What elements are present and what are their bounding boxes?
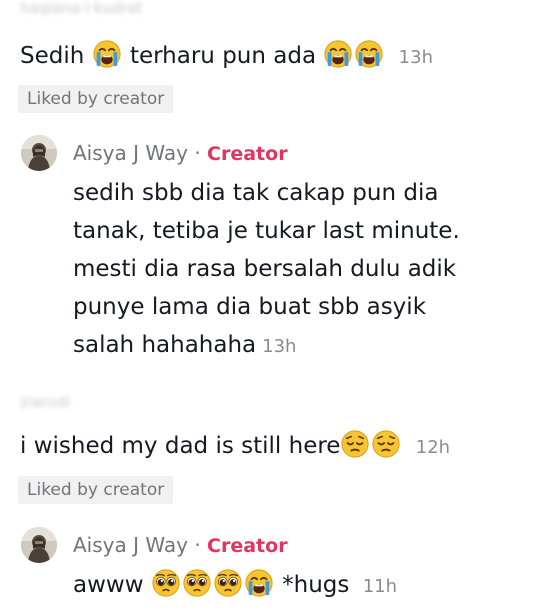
comment-username[interactable]: ziarudi [20, 393, 71, 411]
reply-text-line: salah hahahaha 13h [73, 326, 460, 366]
reply-text-part: awww [73, 572, 144, 598]
comment-text: Sedih terharu pun ada 13h [20, 38, 433, 76]
loudly-crying-face-icon [92, 39, 122, 69]
avatar[interactable] [21, 135, 57, 171]
pleading-face-icon [213, 568, 243, 598]
liked-by-creator-badge: Liked by creator [18, 476, 174, 504]
comment-text-part: Sedih [20, 43, 85, 69]
loudly-crying-face-icon [323, 39, 353, 69]
loudly-crying-face-icon [244, 568, 274, 598]
pleading-face-icon [151, 568, 181, 598]
reply-text: sedih sbb dia tak cakap pun dia tanak, t… [73, 174, 460, 366]
pleading-face-icon [182, 568, 212, 598]
pensive-face-icon [340, 429, 370, 459]
comment-username[interactable]: haqiana·i·kudrat [20, 0, 142, 17]
reply-text-line: mesti dia rasa bersalah dulu adik [73, 256, 457, 282]
comment-text-part: terharu pun ada [129, 43, 317, 69]
reply-header: Aisya J Way · Creator [73, 533, 288, 557]
avatar-image [21, 527, 57, 563]
reply-text-line: sedih sbb dia tak cakap pun dia [73, 180, 439, 206]
avatar-image [21, 135, 57, 171]
separator-dot: · [194, 533, 201, 557]
comment-text: i wished my dad is still here 12h [20, 428, 450, 466]
loudly-crying-face-icon [354, 39, 384, 69]
reply-text-line: punye lama dia buat sbb asyik [73, 294, 427, 320]
comment-text-part: i wished my dad is still here [20, 433, 341, 459]
creator-badge: Creator [207, 535, 288, 557]
reply-username[interactable]: Aisya J Way [73, 141, 188, 165]
pensive-face-icon [371, 429, 401, 459]
reply-username[interactable]: Aisya J Way [73, 533, 188, 557]
reply-text: awww *hugs 11h [73, 566, 397, 606]
comment-time: 12h [415, 437, 451, 458]
avatar[interactable] [21, 527, 57, 563]
liked-by-creator-badge: Liked by creator [18, 85, 174, 113]
creator-badge: Creator [207, 143, 288, 165]
reply-header: Aisya J Way · Creator [73, 141, 288, 165]
reply-text-part: *hugs [282, 572, 350, 598]
reply-text-line-part: salah hahahaha [73, 332, 257, 358]
reply-text-line: tanak, tetiba je tukar last minute. [73, 218, 460, 244]
separator-dot: · [194, 141, 201, 165]
reply-time: 11h [362, 576, 398, 597]
reply-time: 13h [262, 336, 297, 357]
comment-time: 13h [398, 47, 433, 68]
